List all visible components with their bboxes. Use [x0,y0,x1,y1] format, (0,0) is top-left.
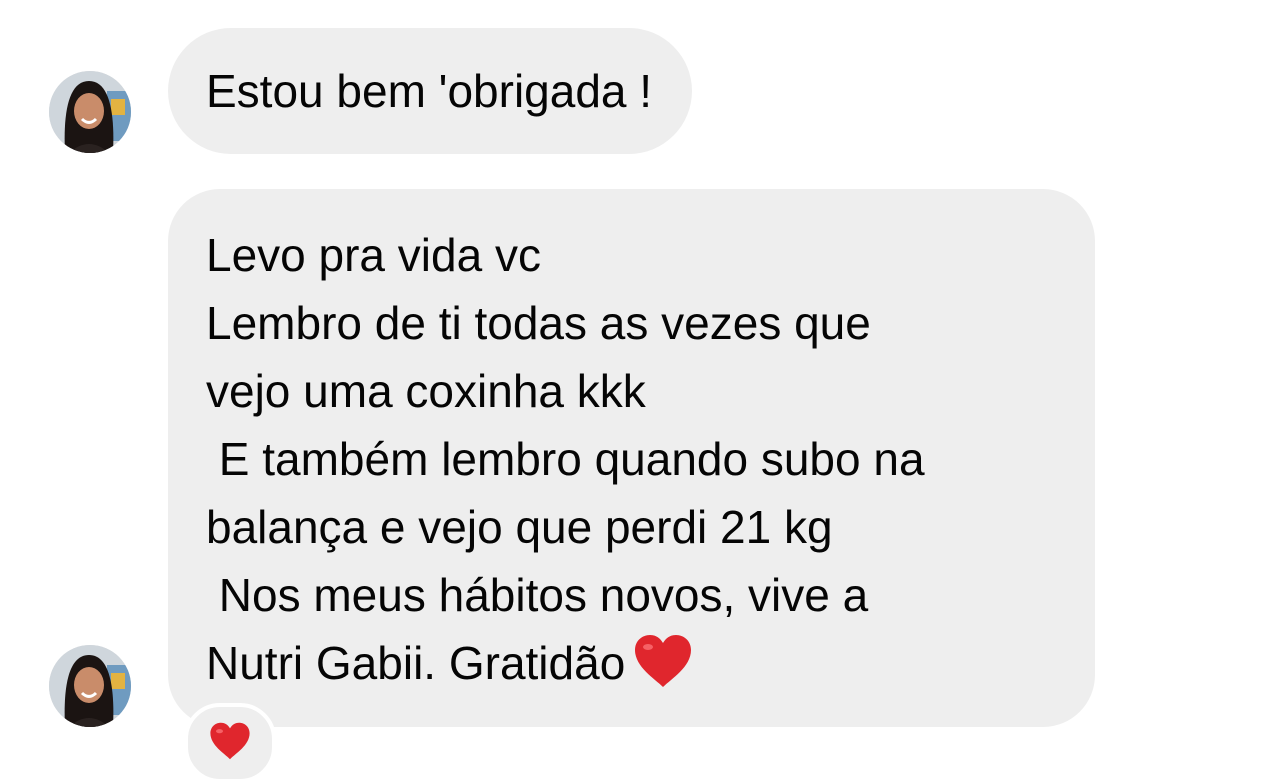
message-last-line: Nutri Gabii. Gratidão [206,630,1055,698]
message-text: E também lembro quando subo na [206,433,925,485]
message-text: Nos meus hábitos novos, vive a [206,569,869,621]
message-text: Levo pra vida vc [206,229,541,281]
message-text: balança e vejo que perdi 21 kg [206,501,833,553]
contact-avatar[interactable] [49,71,131,153]
avatar-photo [49,71,131,153]
avatar-photo [49,645,131,727]
contact-avatar[interactable] [49,645,131,727]
message-reaction[interactable] [184,703,276,783]
message-text: Lembro de ti todas as vezes que [206,297,871,349]
chat-thread: Estou bem 'obrigada ! Levo pra vida vc L… [0,0,1284,784]
message-bubble[interactable]: Levo pra vida vc Lembro de ti todas as v… [168,189,1095,727]
message-text: Estou bem 'obrigada ! [206,65,653,117]
red-heart-icon [633,633,693,706]
message-bubble[interactable]: Estou bem 'obrigada ! [168,28,693,154]
message-text: Nutri Gabii. Gratidão [206,637,626,689]
message-text: vejo uma coxinha kkk [206,365,646,417]
red-heart-icon [209,721,251,766]
